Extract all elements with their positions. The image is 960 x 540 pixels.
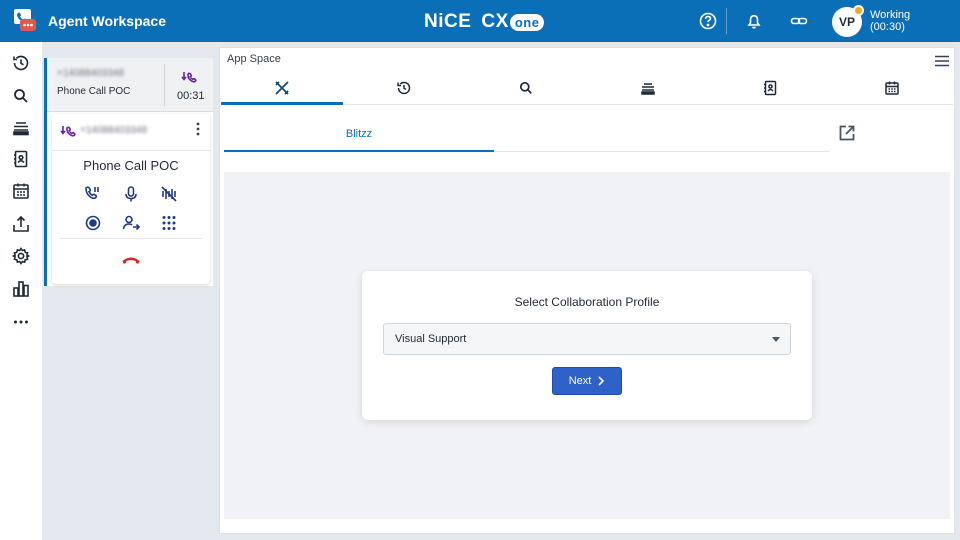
sub-tab-divider (494, 151, 830, 152)
collaboration-profile-select[interactable]: Visual Support (383, 323, 791, 355)
search-icon[interactable] (11, 86, 31, 106)
tab-blitzz-label: Blitzz (345, 128, 373, 140)
hamburger-menu-icon[interactable] (934, 54, 950, 68)
calendar-icon[interactable] (11, 181, 31, 201)
contact-summary[interactable]: +14088403348 Phone Call POC 00:31 (47, 58, 213, 112)
agent-workspace-logo-icon (12, 7, 38, 35)
help-icon[interactable] (698, 11, 718, 31)
upload-icon[interactable] (11, 214, 31, 234)
caret-down-icon (772, 337, 780, 342)
history-icon[interactable] (396, 80, 412, 96)
top-header: Agent Workspace NiCE CX one VP Working (… (0, 0, 960, 42)
agent-status[interactable]: Working (00:30) (870, 9, 910, 33)
next-button[interactable]: Next (552, 367, 622, 395)
open-external-icon[interactable] (838, 124, 856, 142)
transfer-icon[interactable] (122, 214, 140, 232)
app-space-title: App Space (227, 53, 281, 65)
mute-icon[interactable] (122, 185, 140, 203)
contact-divider (164, 64, 165, 106)
sub-tab-indicator (224, 150, 494, 152)
controls-divider (60, 238, 202, 239)
left-nav-rail (0, 42, 42, 540)
dialog-title: Select Collaboration Profile (514, 295, 660, 309)
more-icon[interactable] (11, 312, 31, 332)
history-icon[interactable] (11, 53, 31, 73)
directory-icon[interactable] (11, 149, 31, 169)
next-button-label: Next (568, 375, 592, 387)
agent-status-label: Working (870, 9, 911, 21)
inbound-call-icon (181, 70, 197, 86)
queue-icon[interactable] (640, 80, 656, 96)
agent-status-timer: (00:30) (870, 21, 905, 33)
reports-icon[interactable] (11, 279, 31, 299)
record-icon[interactable] (84, 214, 102, 232)
kebab-menu-icon[interactable] (194, 121, 202, 137)
card-divider (52, 150, 210, 151)
link-icon[interactable] (789, 11, 809, 31)
mask-icon[interactable] (160, 185, 178, 203)
app-title: Agent Workspace (48, 13, 166, 29)
header-divider (726, 8, 727, 34)
app-space-tabs (221, 72, 953, 105)
call-phone-number: +14088403348 (80, 125, 148, 136)
directory-icon[interactable] (762, 80, 778, 96)
settings-icon[interactable] (11, 246, 31, 266)
bell-icon[interactable] (744, 11, 764, 31)
nice-cxone-logo: NiCE CX one (424, 11, 545, 33)
call-title: Phone Call POC (83, 158, 179, 173)
search-icon[interactable] (518, 80, 534, 96)
queue-icon[interactable] (11, 118, 31, 138)
dialpad-icon[interactable] (160, 214, 178, 232)
brand-main: NiCE (424, 11, 472, 32)
brand-cx: CX (481, 11, 509, 32)
selected-profile: Visual Support (395, 333, 467, 345)
hold-icon[interactable] (83, 185, 101, 203)
calendar-icon[interactable] (884, 80, 900, 96)
inbound-call-icon (60, 125, 76, 139)
hangup-icon[interactable] (121, 253, 141, 267)
contact-timer: 00:31 (177, 90, 205, 102)
status-indicator (853, 5, 864, 16)
active-call-card: +14088403348 Phone Call POC (52, 114, 210, 284)
chevron-right-icon (597, 376, 605, 386)
collaboration-profile-dialog: Select Collaboration Profile Visual Supp… (362, 271, 812, 420)
tools-icon[interactable] (274, 80, 290, 96)
brand-one: one (509, 13, 545, 31)
active-tab-indicator (221, 102, 343, 105)
contact-call-label: Phone Call POC (57, 86, 131, 97)
contact-phone-number: +14088403348 (57, 68, 125, 79)
